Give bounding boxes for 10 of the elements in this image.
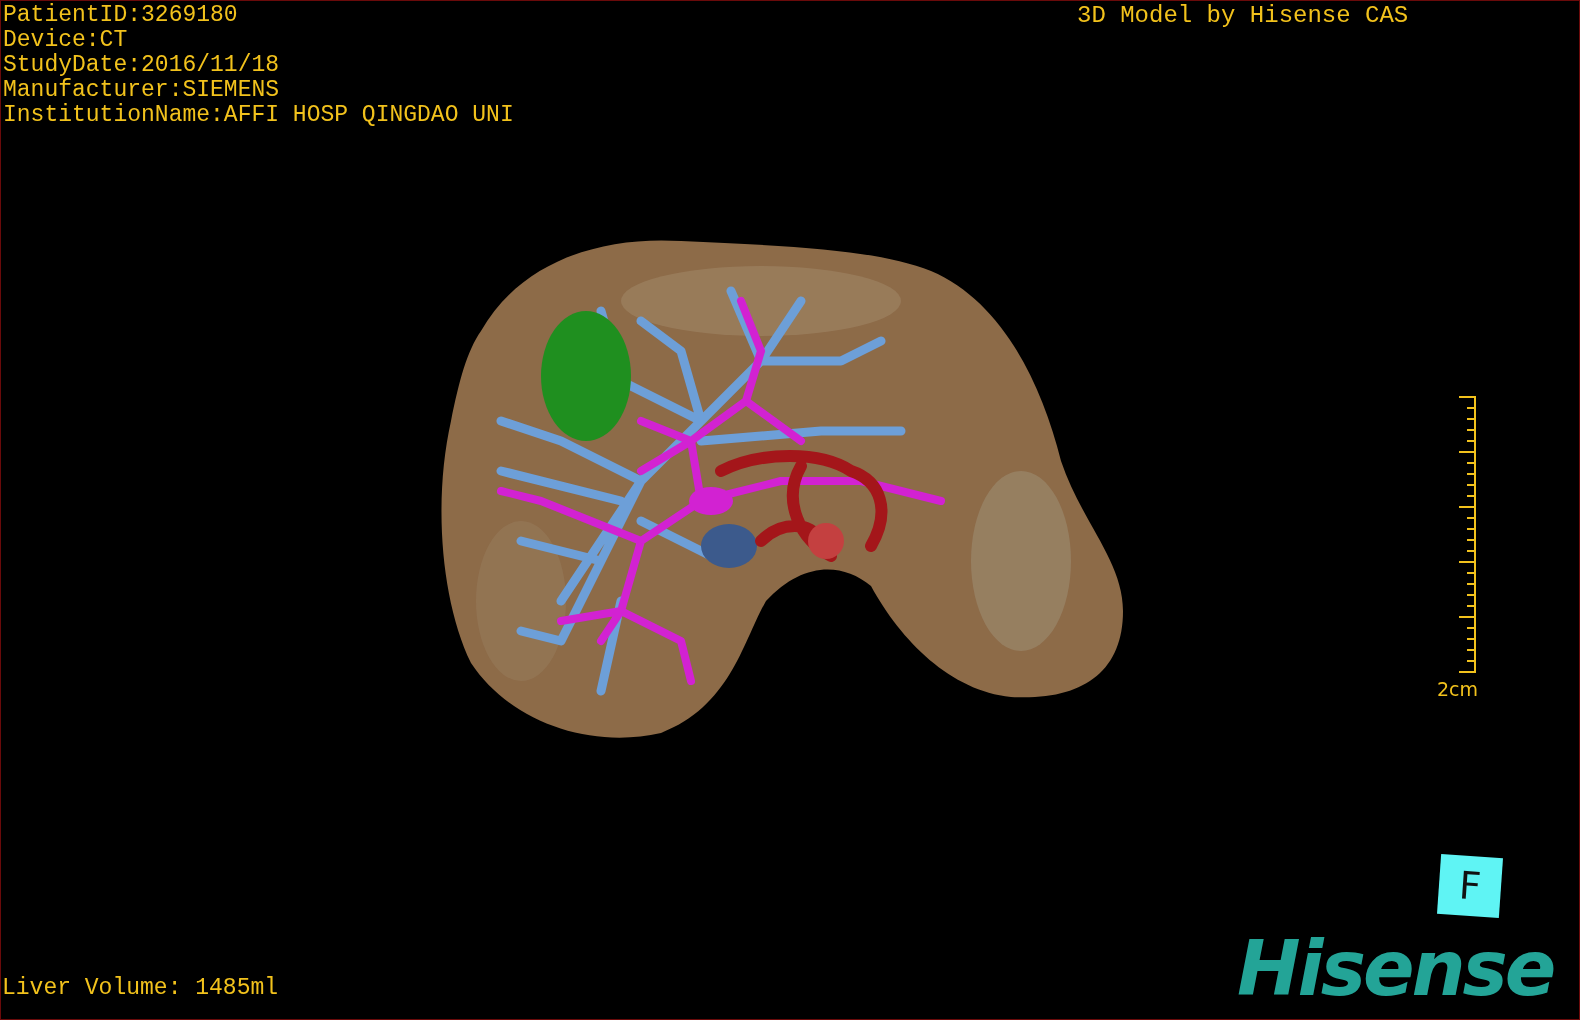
patient-info-line: PatientID:3269180 (3, 3, 238, 28)
orientation-cube[interactable]: F (1437, 853, 1503, 919)
patient-info-line: Manufacturer:SIEMENS (3, 78, 280, 103)
brand-logo: Hisense (1237, 929, 1554, 1009)
patient-info-line: Device:CT (3, 28, 128, 53)
patient-info-line: StudyDate:2016/11/18 (3, 53, 280, 78)
scale-label: 2cm (1437, 678, 1479, 700)
model-title: 3D Model by Hisense CAS (1077, 3, 1409, 29)
liver-volume-text: Liver Volume: 1485ml (2, 975, 279, 1001)
patient-info-line: InstitutionName:AFFI HOSP QINGDAO UNI (3, 103, 514, 128)
